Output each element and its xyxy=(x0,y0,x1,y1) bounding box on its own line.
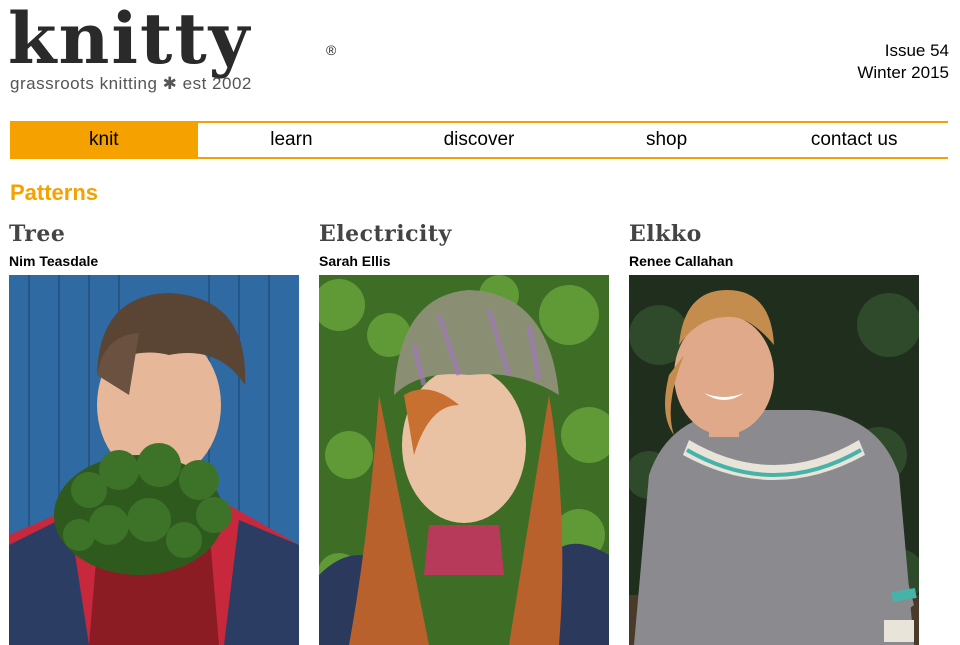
main-nav: knit learn discover shop contact us xyxy=(10,121,948,159)
pattern-title-link[interactable]: Tree xyxy=(9,220,301,248)
logo-wordmark: knitty xyxy=(8,0,252,80)
pattern-card-tree: Tree Nim Teasdale xyxy=(9,220,301,645)
nav-item-discover[interactable]: discover xyxy=(385,123,573,157)
pattern-card-electricity: Electricity Sarah Ellis xyxy=(319,220,611,645)
pattern-card-elkko: Elkko Renee Callahan xyxy=(629,220,921,645)
pattern-author: Sarah Ellis xyxy=(319,253,391,269)
pattern-author: Renee Callahan xyxy=(629,253,734,269)
site-logo[interactable]: knitty ® grassroots knitting ✱ est 2002 xyxy=(8,0,338,94)
nav-item-shop[interactable]: shop xyxy=(573,123,761,157)
nav-item-knit[interactable]: knit xyxy=(10,123,198,157)
pattern-author: Nim Teasdale xyxy=(9,253,99,269)
section-title: Patterns xyxy=(10,180,99,205)
pattern-photo[interactable] xyxy=(319,275,609,645)
logo-tagline: grassroots knitting ✱ est 2002 xyxy=(10,74,252,93)
nav-item-learn[interactable]: learn xyxy=(198,123,386,157)
nav-item-contact-us[interactable]: contact us xyxy=(760,123,948,157)
pattern-photo[interactable] xyxy=(9,275,299,645)
issue-number: Issue 54 xyxy=(884,41,949,60)
pattern-title-link[interactable]: Electricity xyxy=(319,220,611,248)
issue-season: Winter 2015 xyxy=(857,63,949,82)
pattern-title-link[interactable]: Elkko xyxy=(629,220,921,248)
issue-info: Issue 54 Winter 2015 xyxy=(857,40,949,84)
pattern-photo[interactable] xyxy=(629,275,919,645)
registered-mark: ® xyxy=(326,42,337,58)
